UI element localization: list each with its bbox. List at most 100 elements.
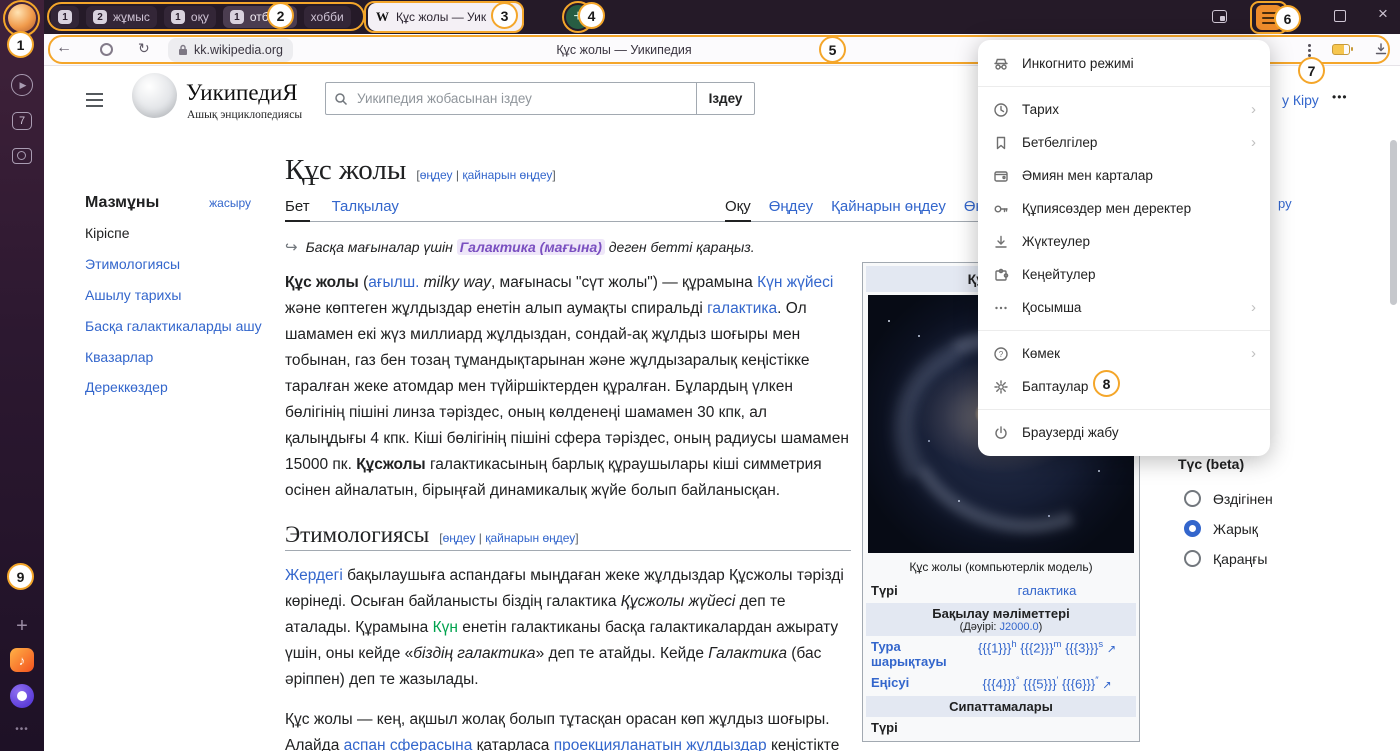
- toc-hide-link[interactable]: жасыру: [209, 196, 251, 210]
- search-box: [325, 82, 697, 115]
- incognito-icon: [992, 56, 1010, 72]
- tab-read[interactable]: Оқу: [725, 198, 751, 222]
- toc-item-other-galaxies[interactable]: Басқа галактикаларды ашу: [85, 317, 271, 336]
- menu-divider: [978, 409, 1270, 410]
- menu-item-wallet[interactable]: Әмиян мен карталар: [978, 159, 1270, 192]
- wiki-menu-icon[interactable]: [86, 93, 103, 107]
- appearance-hide-fragment[interactable]: ру: [1278, 196, 1292, 211]
- wikipedia-logo[interactable]: [132, 73, 177, 118]
- sidebar-add-icon[interactable]: +: [0, 615, 44, 638]
- section-heading-etymology: Этимологиясы: [285, 522, 429, 548]
- alice-search-icon[interactable]: [100, 43, 113, 56]
- toolbar-more-icon[interactable]: [1308, 49, 1311, 52]
- color-option-dark[interactable]: Қараңғы: [1184, 550, 1267, 567]
- panels-icon[interactable]: [1212, 10, 1227, 23]
- menu-item-extensions[interactable]: Кеңейтулер: [978, 258, 1270, 291]
- more-horizontal-icon: [992, 300, 1010, 316]
- paragraph-1: Құс жолы (ағылш. milky way, мағынасы "сү…: [285, 270, 851, 504]
- radio-icon[interactable]: [1184, 550, 1201, 567]
- menu-item-downloads[interactable]: Жүктеулер: [978, 225, 1270, 258]
- reload-icon[interactable]: ↻: [138, 40, 150, 57]
- page-scrollbar[interactable]: [1390, 140, 1397, 305]
- option-label: Қараңғы: [1213, 551, 1267, 567]
- tab-edit-source[interactable]: Қайнарын өңдеу: [831, 198, 946, 222]
- menu-item-bookmarks[interactable]: Бетбелгілер ›: [978, 126, 1270, 159]
- tab-group-work[interactable]: 2 жұмыс: [86, 6, 157, 28]
- browser-menu: Инкогнито режимі Тарих › Бетбелгілер › Ә…: [978, 40, 1270, 456]
- menu-item-label: Браузерді жабу: [1022, 425, 1119, 440]
- battery-saver-icon[interactable]: [1332, 44, 1350, 55]
- menu-item-history[interactable]: Тарих ›: [978, 93, 1270, 126]
- paragraph-2: Жердегі бақылаушыға аспандағы мыңдаған ж…: [285, 563, 851, 693]
- redirect-icon: ↪: [285, 238, 298, 256]
- wiki-search: Іздеу: [325, 82, 755, 115]
- video-icon[interactable]: ▶: [11, 74, 33, 96]
- alice-icon[interactable]: [10, 684, 34, 708]
- chevron-right-icon: ›: [1251, 101, 1256, 118]
- menu-item-close-browser[interactable]: Браузерді жабу: [978, 416, 1270, 449]
- login-link[interactable]: у Кіру: [1282, 92, 1319, 108]
- chevron-right-icon: ›: [1251, 299, 1256, 316]
- window-close-button[interactable]: ×: [1378, 4, 1388, 24]
- tab-edit[interactable]: Өңдеу: [769, 198, 813, 222]
- tab-talk[interactable]: Талқылау: [332, 198, 399, 222]
- tab-group-study[interactable]: 1 оқу: [164, 6, 216, 28]
- dec-label-link[interactable]: Еңісуі: [871, 675, 963, 691]
- toc-item-etymology[interactable]: Этимологиясы: [85, 255, 271, 274]
- menu-item-label: Әмиян мен карталар: [1022, 168, 1153, 183]
- hatnote-text: Басқа мағыналар үшін Галактика (мағына) …: [306, 239, 755, 255]
- menu-item-passwords[interactable]: Құпиясөздер мен деректер: [978, 192, 1270, 225]
- subheader-text: Сипаттамалары: [866, 699, 1136, 714]
- toc-item-discovery[interactable]: Ашылу тарихы: [85, 286, 271, 305]
- menu-item-label: Инкогнито режимі: [1022, 56, 1134, 71]
- table-of-contents: Мазмұны жасыру Кіріспе Этимологиясы Ашыл…: [85, 194, 271, 397]
- wikipedia-tagline: Ашық энциклопедиясы: [187, 109, 302, 121]
- clock-icon: [992, 102, 1010, 118]
- tab-group-count: 1: [230, 10, 244, 24]
- subheader-text: Бақылау мәліметтері: [866, 606, 1136, 621]
- sidebar-more-icon[interactable]: •••: [0, 724, 44, 735]
- appearance-color-title: Түс (beta): [1178, 456, 1244, 472]
- wikipedia-wordmark[interactable]: УикипедиЯ: [186, 80, 298, 106]
- edit-links[interactable]: [өңдеу | қайнарын өңдеу]: [416, 168, 555, 182]
- maximize-button[interactable]: [1334, 10, 1346, 22]
- infobox-subheader-observation: Бақылау мәліметтері (Дәуірі: J2000.0): [866, 603, 1136, 636]
- menu-item-settings[interactable]: Баптаулар: [978, 370, 1270, 403]
- tab-title: Құс жолы — Уик: [396, 10, 501, 24]
- screenshot-icon[interactable]: [12, 148, 32, 164]
- menu-item-label: Көмек: [1022, 346, 1060, 361]
- tab-group-pinned[interactable]: 1: [51, 6, 79, 28]
- color-option-light[interactable]: Жарық: [1184, 520, 1258, 537]
- notifications-badge[interactable]: 7: [12, 112, 32, 130]
- annotation-4: 4: [578, 2, 605, 29]
- radio-icon[interactable]: [1184, 490, 1201, 507]
- infobox-label: Түрі: [871, 720, 963, 735]
- menu-item-help[interactable]: ? Көмек ›: [978, 337, 1270, 370]
- infobox-row-ra: Тура шарықтауы {{{1}}}h {{{2}}}m {{{3}}}…: [866, 636, 1136, 672]
- menu-item-label: Кеңейтулер: [1022, 267, 1096, 282]
- infobox-row-type: Түрі галактика: [866, 580, 1136, 601]
- downloads-icon[interactable]: [1374, 42, 1388, 61]
- menu-item-incognito[interactable]: Инкогнито режимі: [978, 47, 1270, 80]
- tab-bar: 1 2 жұмыс 1 оқу 1 отбасы хобби W Құс жол…: [44, 0, 1400, 34]
- yandex-music-icon[interactable]: ♪: [10, 648, 34, 672]
- color-option-automatic[interactable]: Өздігінен: [1184, 490, 1273, 507]
- toc-item-intro[interactable]: Кіріспе: [85, 224, 271, 243]
- personal-tools-icon[interactable]: •••: [1332, 90, 1348, 104]
- tab-group-hobby[interactable]: хобби: [304, 6, 351, 28]
- radio-selected-icon[interactable]: [1184, 520, 1201, 537]
- toc-item-sources[interactable]: Дереккөздер: [85, 378, 271, 397]
- ra-label-link[interactable]: Тура шарықтауы: [871, 639, 963, 669]
- profile-avatar[interactable]: [8, 4, 36, 32]
- search-button[interactable]: Іздеу: [697, 82, 755, 115]
- toc-title: Мазмұны: [85, 194, 159, 212]
- galaxy-link[interactable]: галактика: [1018, 583, 1077, 598]
- menu-item-more[interactable]: Қосымша ›: [978, 291, 1270, 324]
- search-input[interactable]: [355, 90, 688, 107]
- url-field[interactable]: kk.wikipedia.org: [168, 38, 293, 62]
- back-icon[interactable]: ←: [56, 39, 72, 57]
- edit-links[interactable]: [өңдеу | қайнарын өңдеу]: [439, 531, 578, 545]
- url-text: kk.wikipedia.org: [194, 43, 283, 57]
- toc-item-quasars[interactable]: Квазарлар: [85, 348, 271, 367]
- tab-page[interactable]: Бет: [285, 198, 310, 222]
